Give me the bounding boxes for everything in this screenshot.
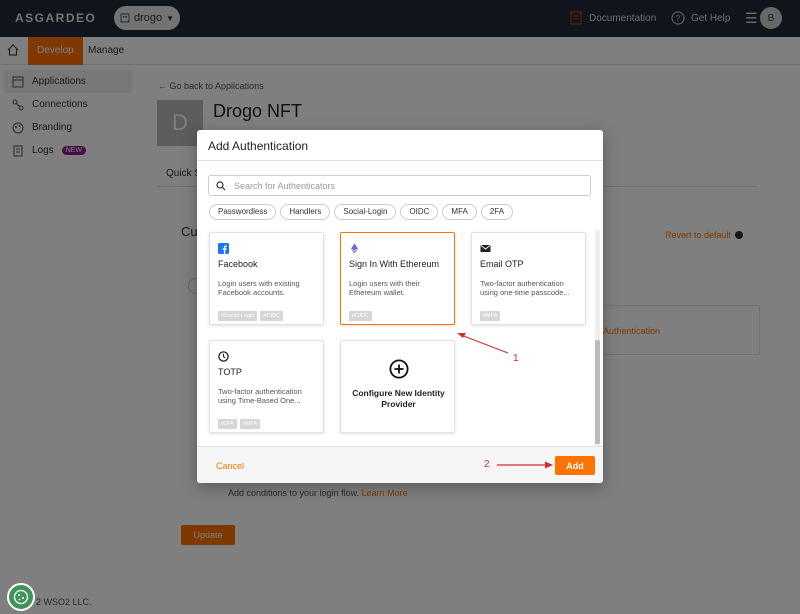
tag: #Social-Login — [218, 311, 258, 321]
card-title: Email OTP — [480, 259, 524, 269]
modal-title: Add Authentication — [208, 139, 309, 153]
configure-new-idp-card[interactable]: Configure New Identity Provider — [340, 340, 455, 433]
tag: #MFA — [480, 311, 501, 321]
authenticator-card-ethereum[interactable]: Sign In With Ethereum Login users with t… — [340, 232, 455, 325]
authenticator-search[interactable] — [208, 175, 591, 196]
tag: #OIDC — [349, 311, 372, 321]
card-title: Configure New Identity Provider — [352, 388, 445, 409]
card-description: Two-factor authentication using one-time… — [480, 279, 570, 297]
chip-passwordless[interactable]: Passwordless — [209, 204, 277, 220]
authenticator-card-facebook[interactable]: Facebook Login users with existing Faceb… — [209, 232, 324, 325]
search-input[interactable] — [234, 180, 574, 191]
card-title: Sign In With Ethereum — [349, 259, 440, 269]
tag: #2FA — [218, 419, 237, 429]
card-description: Login users with existing Facebook accou… — [218, 279, 300, 297]
card-title: TOTP — [218, 367, 242, 377]
clock-icon — [218, 351, 229, 362]
filter-chips: Passwordless Handlers Social-Login OIDC … — [209, 204, 514, 220]
annotation-label-1: 1 — [513, 353, 519, 364]
chip-mfa[interactable]: MFA — [442, 204, 477, 220]
tag: #OIDC — [260, 311, 284, 321]
authenticator-card-totp[interactable]: TOTP Two-factor authentication using Tim… — [209, 340, 324, 433]
annotation-label-2: 2 — [484, 459, 490, 470]
envelope-icon — [480, 244, 491, 252]
ethereum-icon — [351, 243, 358, 254]
chip-handlers[interactable]: Handlers — [280, 204, 331, 220]
tag: #MFA — [239, 419, 261, 429]
plus-circle-icon — [389, 359, 409, 379]
chip-oidc[interactable]: OIDC — [400, 204, 439, 220]
scrollbar-thumb[interactable] — [595, 340, 600, 444]
add-button[interactable]: Add — [555, 456, 595, 475]
card-description: Two-factor authentication using Time-Bas… — [218, 387, 302, 405]
add-authentication-modal: Add Authentication Passwordless Handlers… — [197, 130, 603, 483]
card-title: Facebook — [218, 259, 258, 269]
card-description: Login users with their Ethereum wallet. — [349, 279, 420, 297]
cancel-button[interactable]: Cancel — [216, 461, 244, 471]
cookie-icon — [13, 589, 29, 605]
authenticator-grid: Facebook Login users with existing Faceb… — [197, 228, 603, 446]
authenticator-card-email-otp[interactable]: Email OTP Two-factor authentication usin… — [471, 232, 586, 325]
chip-social-login[interactable]: Social-Login — [334, 204, 397, 220]
search-icon — [216, 180, 226, 190]
modal-footer: Cancel Add — [197, 446, 603, 483]
facebook-icon — [218, 243, 229, 254]
modal-divider — [197, 160, 603, 161]
chip-2fa[interactable]: 2FA — [480, 204, 514, 220]
cookie-settings-button[interactable] — [7, 583, 35, 611]
